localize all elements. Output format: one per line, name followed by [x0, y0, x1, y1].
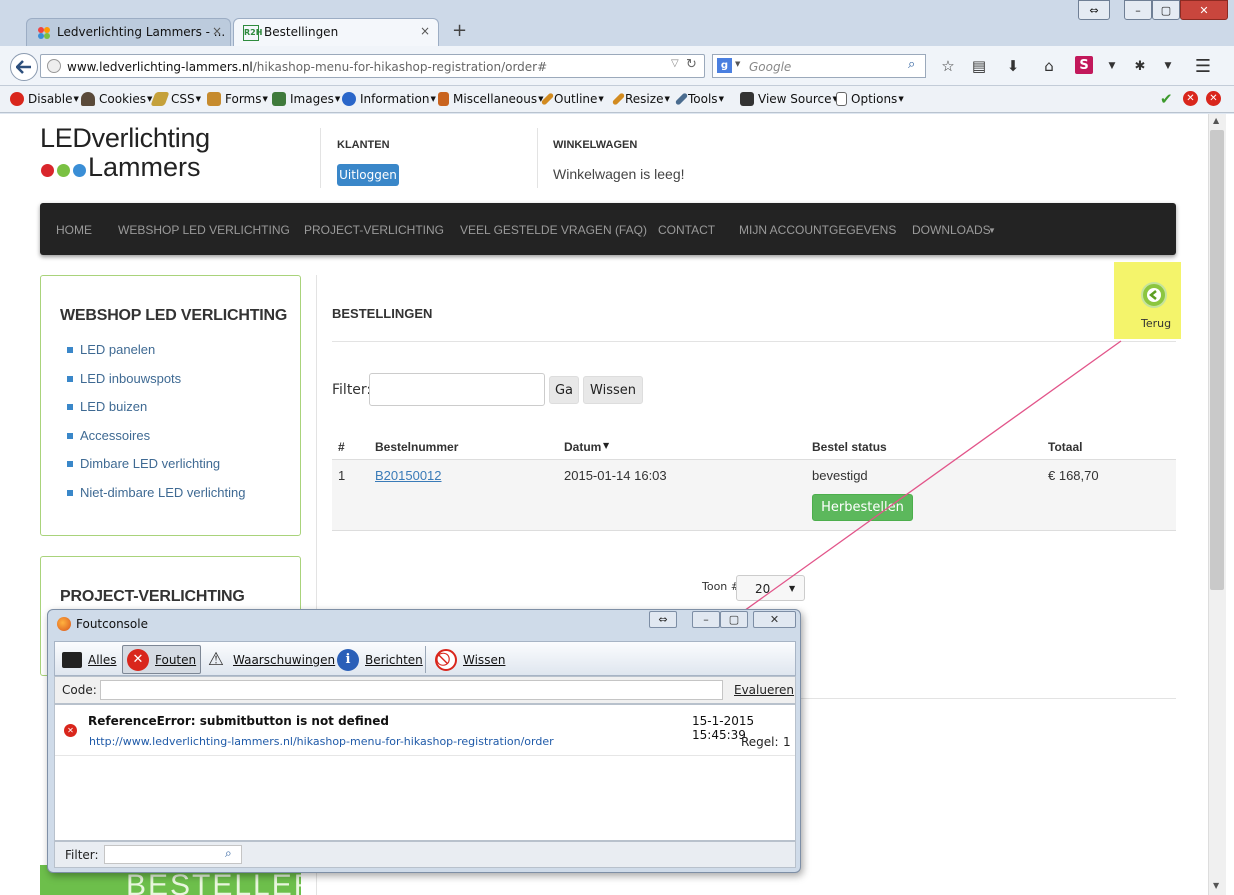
console-messages: ✕ ReferenceError: submitbutton is not de…	[54, 704, 796, 841]
console-minimize-button[interactable]: –	[692, 611, 720, 628]
filter-all-button[interactable]: Alles	[58, 645, 121, 674]
clear-console-button[interactable]: ⃠Wissen	[431, 645, 509, 674]
code-row: Code: Evalueren	[54, 676, 796, 704]
console-restore-button[interactable]: ⇔	[649, 611, 677, 628]
all-icon	[62, 651, 82, 668]
filter-messages-button[interactable]: i Berichten	[333, 645, 427, 674]
firefox-icon	[57, 617, 71, 631]
info-icon: i	[337, 648, 359, 671]
line-label: Regel:	[741, 735, 779, 749]
filter-warnings-button[interactable]: ⚠ Waarschuwingen	[201, 645, 339, 674]
error-entry[interactable]: ✕ ReferenceError: submitbutton is not de…	[55, 705, 795, 756]
error-icon: ✕	[127, 648, 149, 671]
console-toolbar: Alles ✕ Fouten ⚠ Waarschuwingen i Berichten…	[54, 641, 796, 676]
evaluate-button[interactable]: Evalueren	[734, 683, 794, 697]
code-label: Code:	[62, 683, 97, 697]
line-number: 1	[783, 735, 791, 749]
warning-icon: ⚠	[207, 649, 225, 670]
filter-search-icon: ⌕	[225, 846, 232, 860]
console-close-button[interactable]: ✕	[753, 611, 796, 628]
console-filter-input[interactable]: ⌕	[104, 845, 242, 864]
error-console-window: Foutconsole ⇔ – ▢ ✕ Alles ✕ Fouten ⚠ Waars…	[47, 609, 801, 873]
filter-errors-button[interactable]: ✕ Fouten	[122, 645, 202, 674]
error-source-link[interactable]: http://www.ledverlichting-lammers.nl/hik…	[89, 735, 554, 748]
console-filter-label: Filter:	[65, 848, 99, 862]
toolbar-separator	[425, 646, 426, 673]
console-filter-row: Filter: ⌕	[54, 841, 796, 868]
console-title: Foutconsole	[76, 617, 148, 631]
error-entry-icon: ✕	[64, 724, 77, 737]
clear-icon: ⃠	[435, 648, 457, 671]
code-input[interactable]	[100, 680, 723, 700]
error-message: ReferenceError: submitbutton is not defi…	[88, 714, 389, 728]
console-maximize-button[interactable]: ▢	[720, 611, 748, 628]
